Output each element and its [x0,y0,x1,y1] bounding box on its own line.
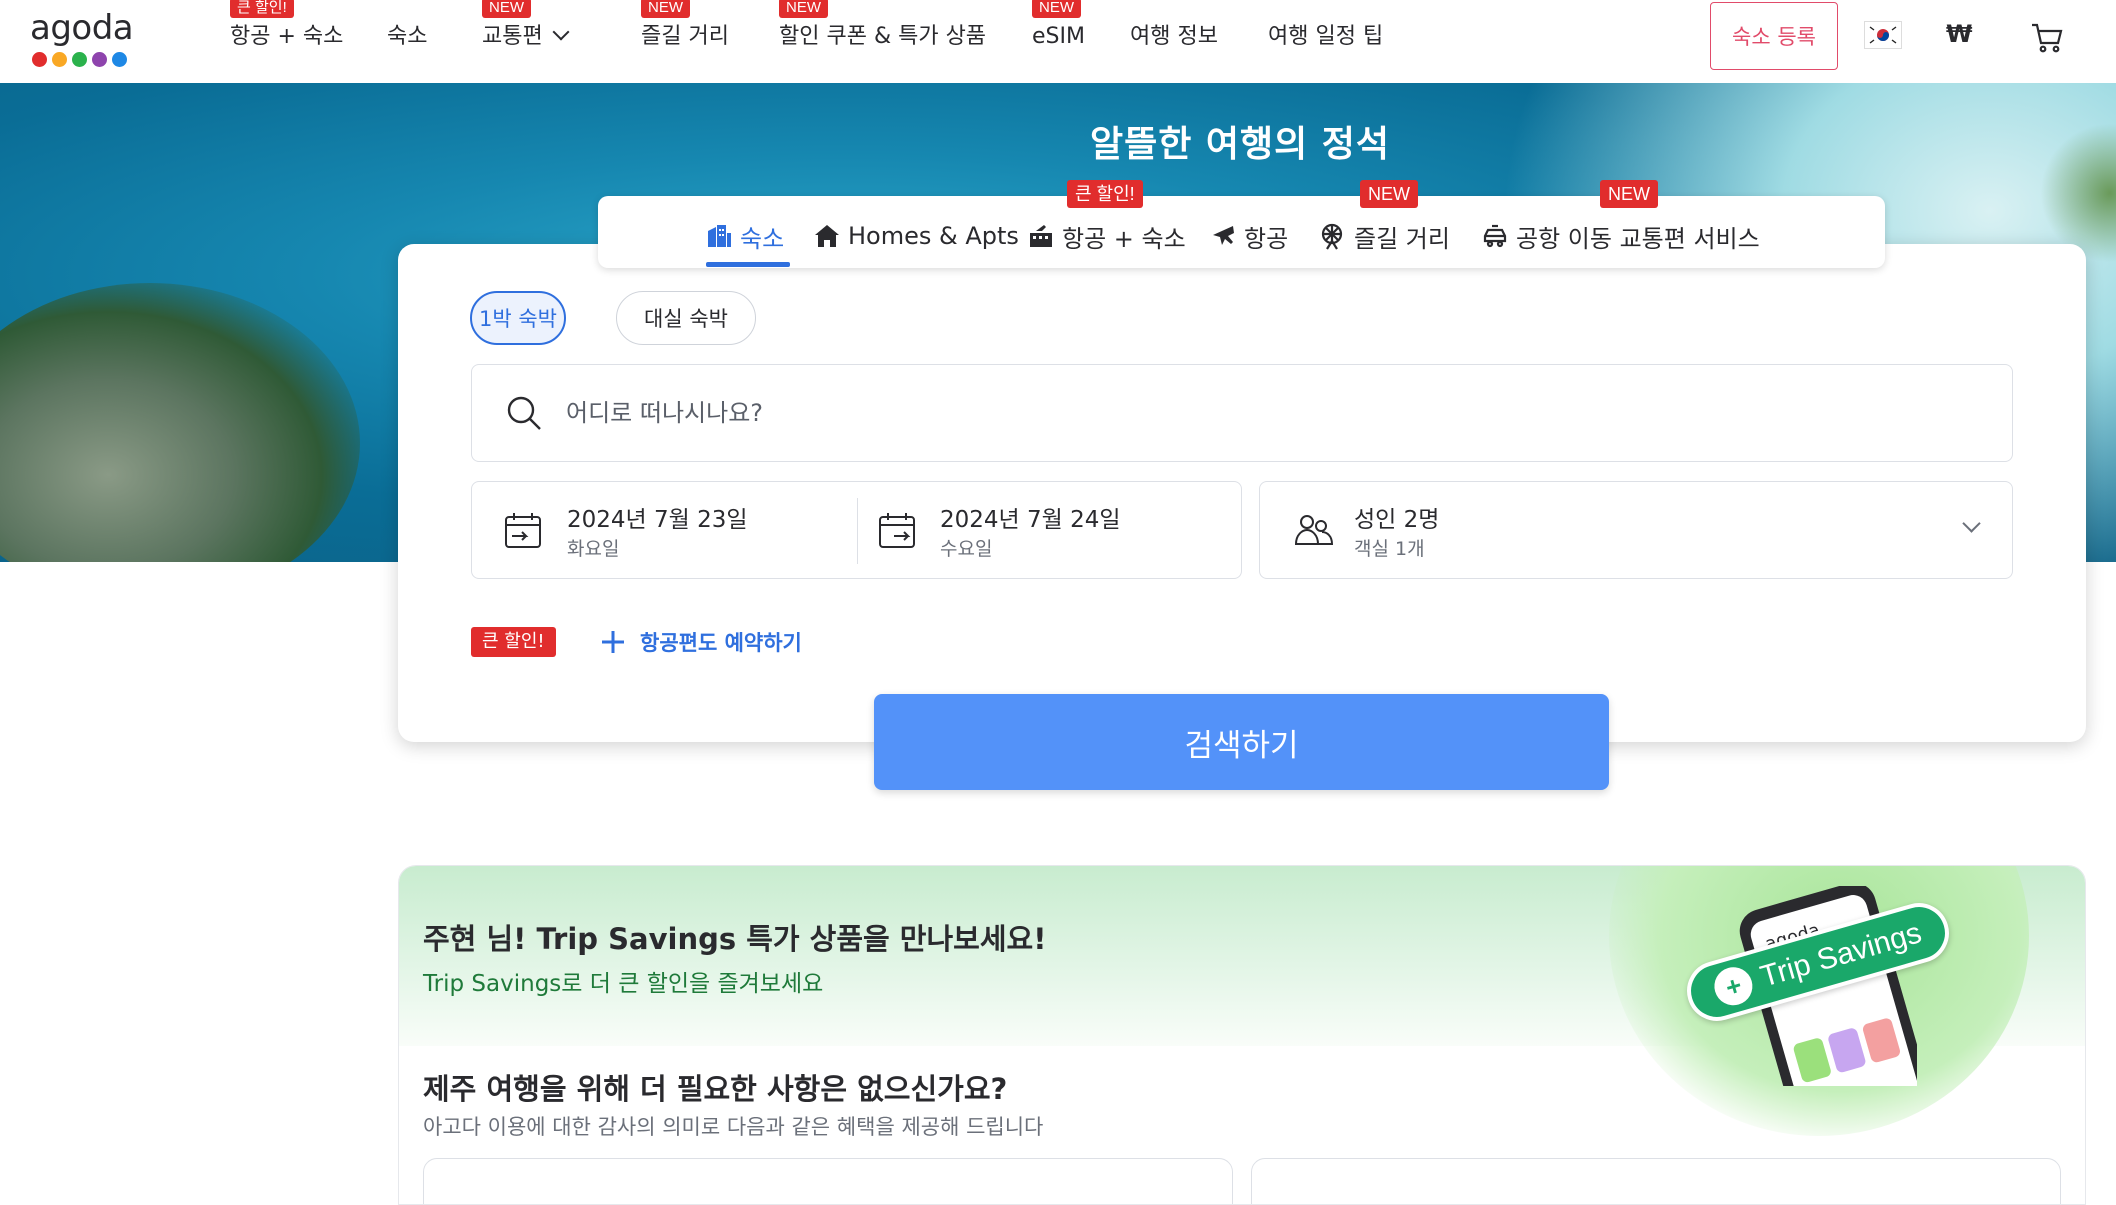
nav-badge-new: NEW [641,0,690,18]
plane-icon [1213,226,1234,245]
add-flight-button[interactable]: 항공편도 예약하기 [600,624,802,660]
tab-label: 공항 이동 교통편 서비스 [1516,224,1760,253]
korea-flag-icon[interactable] [1864,21,1902,49]
hotel-icon [708,225,731,247]
chevron-down-icon [552,23,570,41]
tab-badge-deal: 큰 할인! [1067,180,1143,208]
nav-label: 항공 + 숙소 [230,24,344,49]
hero-title: 알뜰한 여행의 정석 [1089,124,1391,165]
destination-input[interactable] [566,393,1966,433]
nav-label: 교통편 [482,24,543,49]
tab-airport-transfer[interactable]: 공항 이동 교통편 서비스 [1482,218,1760,254]
checkin-date[interactable]: 2024년 7월 23일 화요일 [472,482,857,580]
trip-savings-banner: agoda + Trip Savings 주현 님! Trip Savings … [399,866,2085,1136]
nav-transport[interactable]: NEW 교통편 [482,0,570,52]
nav-badge-new: NEW [482,0,531,18]
nav-badge-new: NEW [1032,0,1081,18]
nav-hotels[interactable]: 숙소 [387,22,427,52]
nav-badge-deal: 큰 할인! [230,0,294,18]
checkout-date-value: 2024년 7월 24일 [940,507,1121,533]
tab-label: Homes & Apts [848,222,1019,250]
tab-flights[interactable]: 항공 [1210,218,1288,254]
nav-label: 여행 정보 [1130,24,1218,49]
date-range-field: 2024년 7월 23일 화요일 2024년 7월 24일 수요일 [471,481,1242,579]
top-navigation: agoda 큰 할인! 항공 + 숙소 숙소 NEW 교통편 NEW 즐길 거리… [0,0,2116,83]
ferris-wheel-icon [1321,223,1343,250]
benefit-card[interactable] [423,1158,1233,1204]
nav-label: 숙소 [387,24,428,49]
list-property-button[interactable]: 숙소 등록 [1710,2,1838,70]
search-icon [507,396,541,430]
nav-badge-new: NEW [779,0,828,18]
active-tab-indicator [706,262,790,267]
benefit-card[interactable] [1251,1158,2061,1204]
tab-hotels[interactable]: 숙소 [706,218,784,254]
occupancy-field[interactable]: 성인 2명 객실 1개 [1259,481,2013,579]
nav-itinerary-tips[interactable]: 여행 일정 팁 [1268,22,1383,52]
checkout-date[interactable]: 2024년 7월 24일 수요일 [858,482,1243,580]
tab-label: 숙소 [740,224,785,253]
calendar-checkout-icon [879,513,915,548]
agoda-logo[interactable]: agoda [30,8,142,68]
guest-count: 성인 2명 [1354,507,1440,533]
overnight-stay-chip[interactable]: 1박 숙박 [470,291,566,345]
checkin-date-value: 2024년 7월 23일 [567,507,748,533]
checkin-weekday: 화요일 [567,538,620,560]
chevron-down-icon [1962,514,1981,533]
nav-coupons-deals[interactable]: NEW 할인 쿠폰 & 특가 상품 [779,0,987,52]
trip-savings-section: agoda + Trip Savings 주현 님! Trip Savings … [398,865,2086,1205]
guests-icon [1294,515,1334,545]
tab-badge-new: NEW [1360,180,1418,208]
calendar-checkin-icon [505,513,541,548]
nav-label: 할인 쿠폰 & 특가 상품 [779,24,987,49]
trip-savings-subtitle: Trip Savings로 더 큰 할인을 즐겨보세요 [423,971,824,997]
day-use-stay-chip[interactable]: 대실 숙박 [616,291,756,345]
room-count: 객실 1개 [1354,538,1425,560]
logo-wordmark: agoda [30,8,134,48]
nav-label: 즐길 거리 [641,24,729,49]
car-icon [1483,224,1507,248]
flight-hotel-icon [1030,225,1052,247]
tab-activities[interactable]: 즐길 거리 [1318,218,1450,254]
add-flight-label: 항공편도 예약하기 [640,631,802,655]
bundle-deal-badge: 큰 할인! [471,627,556,657]
tab-label: 항공 [1244,224,1289,253]
tab-badge-new: NEW [1600,180,1658,208]
hero-island-image [0,283,360,562]
nav-flight-hotel[interactable]: 큰 할인! 항공 + 숙소 [230,0,344,52]
tab-label: 즐길 거리 [1354,224,1450,253]
nav-travel-info[interactable]: 여행 정보 [1130,22,1218,52]
nav-esim[interactable]: NEW eSIM [1032,0,1085,52]
tab-label: 항공 + 숙소 [1062,224,1186,253]
tab-homes-apts[interactable]: Homes & Apts [814,218,1019,254]
currency-selector[interactable]: ₩ [1946,20,1972,48]
home-icon [815,225,839,247]
cart-icon[interactable] [2030,22,2064,54]
ticket-plus-icon: + [1710,962,1758,1010]
nav-label: 여행 일정 팁 [1268,24,1384,49]
logo-dots [32,52,127,67]
checkout-weekday: 수요일 [940,538,993,560]
nav-activities[interactable]: NEW 즐길 거리 [641,0,729,52]
extra-needs-description: 아고다 이용에 대한 감사의 의미로 다음과 같은 혜택을 제공해 드립니다 [423,1115,1044,1139]
extra-needs-heading: 제주 여행을 위해 더 필요한 사항은 없으신가요? [423,1072,1008,1106]
plus-icon [602,631,624,653]
search-button[interactable]: 검색하기 [874,694,1609,790]
destination-field[interactable] [471,364,2013,462]
trip-savings-title: 주현 님! Trip Savings 특가 상품을 만나보세요! [423,922,1047,956]
nav-label: eSIM [1032,24,1085,49]
tab-flight-hotel[interactable]: 항공 + 숙소 [1028,218,1186,254]
search-tabs: 숙소 Homes & Apts 항공 + 숙소 항공 즐길 거리 공항 이동 교… [598,196,1885,268]
